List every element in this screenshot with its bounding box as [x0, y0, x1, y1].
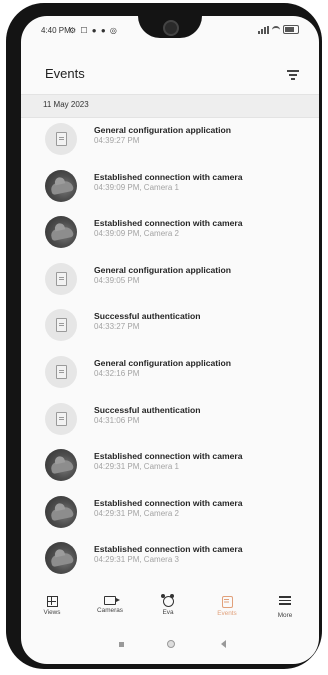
nav-tab-eva[interactable]: Eva — [148, 590, 188, 616]
wifi-icon — [272, 25, 280, 34]
nav-tab-events[interactable]: Events — [207, 590, 247, 617]
event-list-item[interactable]: Established connection with camera 04:39:… — [21, 212, 319, 258]
phone-frame: 4:40 PM ⚙ ☐ ● ● ◎ Events 11 May 2023 Gen… — [6, 3, 322, 669]
event-list-item[interactable]: General configuration application 04:39:0… — [21, 259, 319, 305]
event-title: General configuration application — [94, 264, 232, 275]
back-button[interactable] — [221, 640, 226, 648]
nav-label: Eva — [162, 609, 174, 616]
nav-tab-views[interactable]: Views — [32, 590, 72, 616]
event-title: Established connection with camera — [94, 497, 243, 508]
camera-icon — [104, 596, 120, 605]
event-timestamp: 04:29:31 PM, Camera 3 — [94, 555, 179, 565]
camera-snapshot-thumbnail — [45, 495, 77, 528]
event-timestamp: 04:39:27 PM — [94, 136, 140, 145]
app-screen: 4:40 PM ⚙ ☐ ● ● ◎ Events 11 May 2023 Gen… — [21, 16, 319, 664]
recent-apps-button[interactable] — [119, 642, 124, 647]
nav-label: More — [277, 612, 293, 619]
event-title: Successful authentication — [94, 404, 201, 415]
event-list-item[interactable]: General configuration application 04:32:1… — [21, 352, 319, 398]
event-title: Established connection with camera — [94, 171, 243, 182]
nav-tab-more[interactable]: More — [265, 590, 305, 619]
event-timestamp: 04:29:31 PM, Camera 2 — [94, 508, 179, 518]
date-label: 11 May 2023 — [43, 100, 89, 109]
event-list-item[interactable]: General configuration application 04:39:2… — [21, 119, 319, 165]
event-timestamp: 04:39:09 PM, Camera 2 — [94, 229, 179, 239]
event-list-item[interactable]: Established connection with camera 04:29:… — [21, 445, 319, 491]
document-icon — [45, 402, 77, 435]
event-title: General configuration application — [94, 125, 232, 135]
event-timestamp: 04:32:16 PM — [94, 369, 140, 378]
nav-tab-cameras[interactable]: Cameras — [90, 590, 130, 614]
status-time: 4:40 PM — [41, 26, 71, 35]
system-navigation-bar — [21, 634, 319, 660]
document-icon — [45, 123, 77, 155]
document-icon — [45, 356, 77, 388]
nav-label: Events — [217, 610, 237, 617]
document-icon — [45, 309, 77, 342]
nav-label: Views — [43, 609, 61, 616]
event-list-item[interactable]: Established connection with camera 04:29:… — [21, 492, 319, 538]
camera-snapshot-thumbnail — [45, 216, 77, 249]
events-icon — [221, 596, 233, 608]
status-indicators — [258, 25, 299, 34]
document-icon — [45, 262, 77, 295]
grid-icon — [46, 596, 58, 607]
menu-icon — [277, 596, 293, 610]
event-timestamp: 04:29:31 PM, Camera 1 — [94, 462, 179, 472]
event-timestamp: 04:39:09 PM, Camera 1 — [94, 182, 179, 192]
battery-icon — [283, 25, 299, 34]
alarm-clock-icon — [160, 594, 174, 607]
filter-icon[interactable] — [287, 70, 299, 80]
bottom-navigation: Views Cameras Eva Events More — [21, 590, 319, 630]
event-list-item[interactable]: Successful authentication 04:33:27 PM — [21, 305, 319, 351]
event-title: Established connection with camera — [94, 544, 243, 555]
notification-icons: ⚙ ☐ ● ● ◎ — [69, 26, 118, 35]
event-list-item[interactable]: Established connection with camera 04:29:… — [21, 538, 319, 584]
app-header: Events — [21, 54, 319, 94]
event-title: Successful authentication — [94, 311, 201, 322]
event-timestamp: 04:33:27 PM — [94, 322, 140, 332]
event-timestamp: 04:31:06 PM — [94, 415, 140, 425]
camera-snapshot-thumbnail — [45, 542, 77, 575]
nav-label: Cameras — [97, 607, 123, 614]
camera-snapshot-thumbnail — [45, 449, 77, 482]
camera-snapshot-thumbnail — [45, 169, 77, 202]
date-section-header: 11 May 2023 — [21, 94, 319, 118]
front-camera — [163, 20, 179, 36]
event-list-item[interactable]: Established connection with camera 04:39:… — [21, 166, 319, 212]
event-title: General configuration application — [94, 358, 232, 368]
event-timestamp: 04:39:05 PM — [94, 275, 140, 285]
event-list-item[interactable]: Successful authentication 04:31:06 PM — [21, 399, 319, 445]
signal-icon — [258, 25, 269, 34]
page-title: Events — [45, 66, 85, 81]
event-title: Established connection with camera — [94, 451, 243, 462]
home-button[interactable] — [167, 640, 175, 648]
event-title: Established connection with camera — [94, 218, 243, 229]
